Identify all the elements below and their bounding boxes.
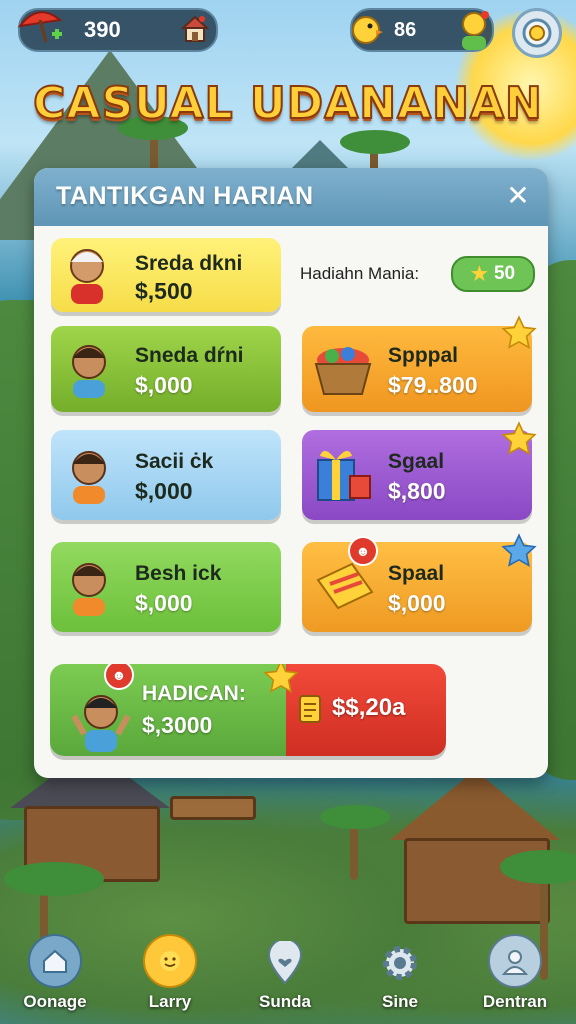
coins-counter[interactable]: 390 (16, 6, 218, 52)
boy-avatar-icon (65, 338, 113, 398)
settings-button[interactable] (512, 8, 562, 58)
chick-icon (346, 10, 386, 50)
star-icon (500, 420, 538, 458)
heart-pin-icon (260, 938, 310, 988)
palm-tree (350, 820, 358, 880)
card-amount: $79..800 (388, 372, 478, 398)
waving-boy-avatar-icon (70, 686, 132, 752)
house-icon[interactable] (180, 14, 210, 44)
claim-amount: $,3000 (142, 712, 213, 738)
claim-label: HADICAN: (142, 682, 246, 705)
claim-info: ☻ HADICAN: $,3000 (50, 664, 286, 756)
energy-value: 86 (394, 18, 417, 41)
daily-challenge-modal: TANTIKGAN HARIAN ✕ Sreda dkni $,500 Hadi… (34, 168, 548, 778)
card-name: Sneda dŕni (135, 344, 244, 367)
challenge-card[interactable]: Spppal $79..800 (302, 315, 537, 412)
card-amount: $,000 (135, 372, 193, 398)
coins-value: 390 (84, 17, 121, 42)
palm-leaf (340, 130, 410, 154)
star-icon (500, 532, 538, 570)
challenge-card[interactable]: Sgaal $,800 (302, 421, 537, 520)
close-button[interactable]: ✕ (502, 180, 534, 212)
modal-header: TANTIKGAN HARIAN ✕ (34, 168, 548, 226)
star-icon: ★ (470, 263, 488, 285)
challenge-card[interactable]: ☻ Spaal $,000 (302, 533, 537, 632)
claim-reward-button[interactable]: ☻ HADICAN: $,3000 $$,20a (50, 664, 446, 756)
nav-label: Dentran (482, 992, 548, 1011)
nav-label: Sine (382, 992, 418, 1011)
character-icon[interactable] (454, 8, 494, 52)
nav-label: Larry (148, 992, 192, 1011)
nav-item-home[interactable]: Oonage (0, 934, 110, 1012)
gear-icon (375, 938, 425, 988)
badge-icon: ☻ (348, 536, 378, 566)
card-amount: $,000 (135, 478, 193, 504)
gift-box-icon (310, 442, 376, 502)
challenge-card[interactable]: Sacii ċk $,000 (51, 430, 281, 520)
claim-price-area: $$,20a (286, 664, 446, 756)
settings-icon (522, 18, 552, 48)
nav-label: Sunda (259, 992, 311, 1011)
card-name: Spppal (388, 344, 459, 367)
game-title: CASUAL UDANANAN (32, 77, 543, 130)
card-name: Sacii ċk (135, 450, 214, 473)
claim-price: $$,20a (332, 694, 406, 721)
nav-label: Oonage (23, 992, 87, 1011)
card-amount: $,500 (135, 278, 193, 304)
card-name: Sreda dkni (135, 252, 243, 275)
card-amount: $,800 (388, 478, 446, 504)
ticket-icon (298, 694, 322, 724)
challenge-card[interactable]: Sreda dkni $,500 (51, 238, 281, 312)
card-name: Sgaal (388, 450, 445, 473)
boy-avatar-icon (65, 556, 113, 616)
modal-title: TANTIKGAN HARIAN (56, 182, 314, 210)
nav-item-settings[interactable]: Sine (345, 938, 455, 1012)
energy-counter[interactable]: 86 (350, 8, 494, 52)
boy-avatar-icon (65, 444, 113, 504)
pier (170, 796, 256, 820)
card-amount: $,000 (388, 590, 446, 616)
card-name: Spaal (388, 562, 445, 585)
sun-icon (143, 934, 197, 988)
challenge-card[interactable]: Besh ick $,000 (51, 542, 281, 632)
old-man-avatar-icon (63, 244, 111, 304)
home-icon (28, 934, 82, 988)
bonus-badge: ★ 50 (451, 256, 535, 292)
basket-icon (310, 336, 376, 396)
nav-item-daily[interactable]: Larry (115, 934, 225, 1012)
nav-item-profile[interactable]: Dentran (460, 934, 570, 1012)
card-amount: $,000 (135, 590, 193, 616)
bonus-label: Hadiahn Mania: (300, 264, 420, 283)
star-icon (500, 314, 538, 352)
challenge-card[interactable]: Sneda dŕni $,000 (51, 326, 281, 412)
nav-item-favorites[interactable]: Sunda (230, 938, 340, 1012)
hut-roof (390, 770, 560, 840)
palm-leaf (4, 862, 104, 896)
card-name: Besh ick (135, 562, 222, 585)
star-icon (262, 664, 300, 696)
bonus-value: 50 (493, 263, 516, 284)
bottom-navigation: Oonage Larry Sunda Sine Dentran (0, 934, 576, 1024)
umbrella-icon (16, 6, 66, 46)
profile-icon (488, 934, 542, 988)
palm-leaf (320, 805, 390, 829)
